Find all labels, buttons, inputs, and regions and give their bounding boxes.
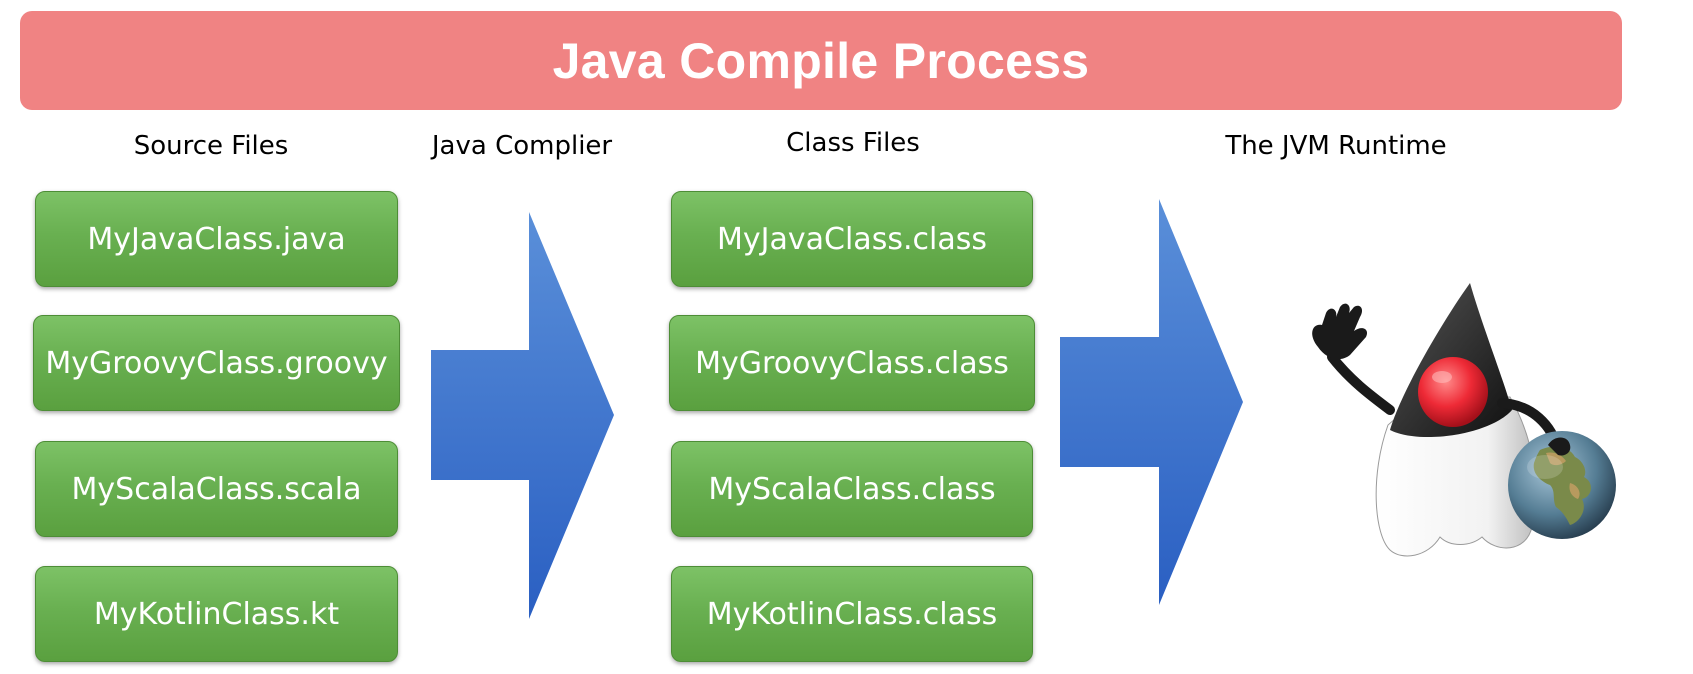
duke-mascot-icon (1312, 283, 1616, 557)
